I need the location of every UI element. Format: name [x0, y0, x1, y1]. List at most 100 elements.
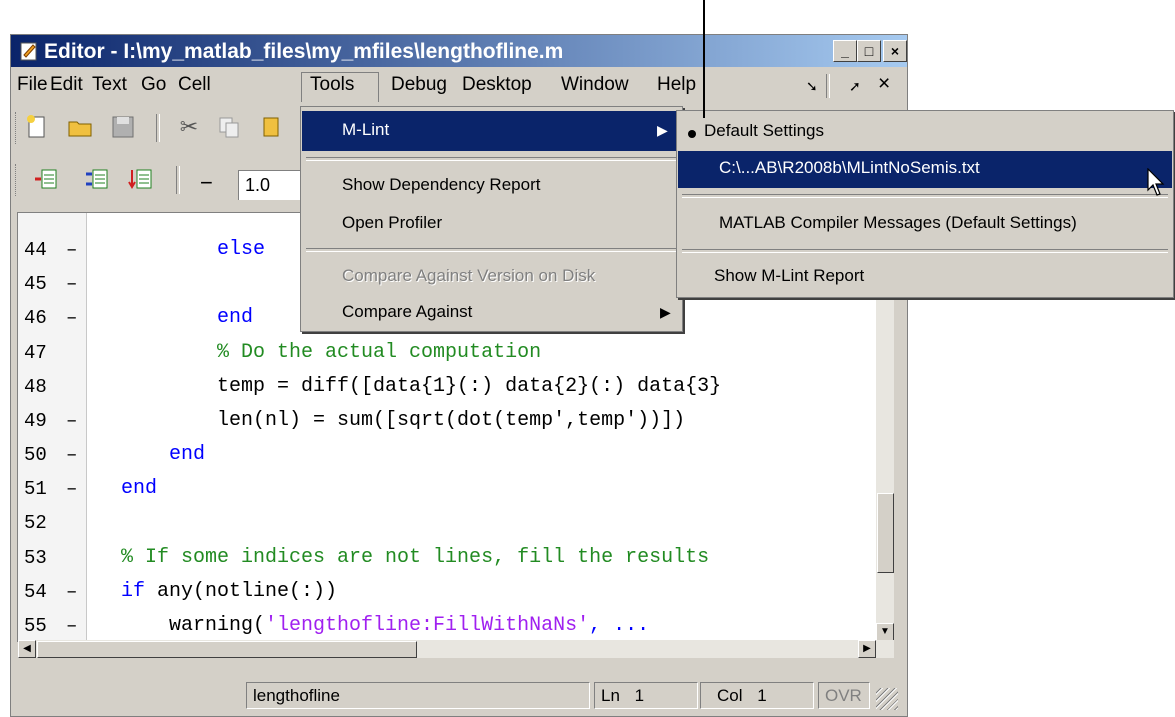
menu-file[interactable]: File [17, 74, 48, 96]
horizontal-scroll-thumb[interactable] [37, 641, 417, 658]
scroll-right-icon[interactable]: ▶ [858, 640, 876, 658]
code-line[interactable]: % If some indices are not lines, fill th… [97, 546, 875, 569]
code-token: any(notline(:)) [145, 580, 338, 603]
compare-version-on-disk-item[interactable]: Compare Against Version on Disk [342, 266, 595, 286]
breakpoint-dash[interactable]: – [66, 273, 77, 295]
code-line[interactable]: end [97, 443, 875, 466]
code-token: if [97, 580, 146, 603]
breakpoint-dash[interactable]: – [66, 239, 77, 261]
save-icon[interactable] [110, 114, 136, 140]
cut-icon[interactable]: ✂ [176, 114, 202, 140]
show-dependency-report-item[interactable]: Show Dependency Report [342, 175, 540, 195]
resize-grip-icon[interactable] [876, 688, 898, 710]
paste-icon[interactable] [262, 114, 288, 140]
menu-text[interactable]: Text [92, 74, 127, 96]
status-col-field: Col 1 [700, 682, 814, 709]
editor-app-icon [20, 41, 38, 61]
menu-edit[interactable]: Edit [50, 74, 83, 96]
line-number: 54 [24, 581, 47, 603]
status-file-name: lengthofline [246, 682, 590, 709]
mlint-label: M-Lint [342, 120, 390, 139]
close-icon: × [890, 43, 900, 59]
maximize-icon: □ [864, 43, 874, 59]
menu-go[interactable]: Go [141, 74, 166, 96]
line-number: 51 [24, 478, 47, 500]
code-token: end [97, 306, 254, 329]
breakpoint-dash[interactable]: – [66, 581, 77, 603]
code-line[interactable]: temp = diff([data{1}(:) data{2}(:) data{… [97, 375, 875, 398]
line-number: 55 [24, 615, 47, 637]
default-settings-item[interactable]: Default Settings [704, 121, 824, 141]
new-file-icon[interactable] [24, 114, 50, 140]
line-number: 45 [24, 273, 47, 295]
evaluate-advance-icon[interactable] [128, 166, 154, 192]
code-token: temp = diff([data{1}(:) data{2}(:) data{… [97, 375, 722, 398]
window-title: Editor - I:\my_matlab_files\my_mfiles\le… [44, 40, 564, 63]
toolbar-separator [156, 114, 160, 142]
compare-against-item[interactable]: Compare Against [342, 302, 472, 322]
code-token: , ... [589, 614, 650, 637]
undock-arrow-icon[interactable]: ➘ [806, 78, 818, 95]
toolbar-grip [15, 164, 19, 196]
menu-window[interactable]: Window [561, 74, 629, 96]
minimize-icon: _ [841, 43, 849, 59]
menu-help[interactable]: Help [657, 74, 696, 96]
line-number: 46 [24, 307, 47, 329]
menu-cell[interactable]: Cell [178, 74, 211, 96]
menu-separator [306, 248, 677, 252]
status-ovr: OVR [818, 682, 870, 709]
menu-tools[interactable]: Tools [310, 74, 354, 96]
line-number: 53 [24, 547, 47, 569]
custom-settings-item: C:\...AB\R2008b\MLintNoSemis.txt [719, 158, 980, 177]
line-number: 44 [24, 239, 47, 261]
toolbar-grip [15, 112, 19, 144]
status-col-label: Col [717, 686, 743, 705]
line-number: 48 [24, 376, 47, 398]
line-number: 47 [24, 342, 47, 364]
close-button[interactable]: × [883, 40, 907, 62]
mouse-pointer-icon [1147, 167, 1167, 203]
code-line[interactable]: warning('lengthofline:FillWithNaNs', ... [97, 614, 875, 637]
open-folder-icon[interactable] [67, 114, 93, 140]
breakpoint-dash[interactable]: – [66, 444, 77, 466]
code-token: else [97, 238, 266, 261]
code-line[interactable]: len(nl) = sum([sqrt(dot(temp',temp'))]) [97, 409, 875, 432]
code-token: warning( [97, 614, 266, 637]
menubar-divider [826, 74, 830, 98]
dock-arrow-icon[interactable]: ➚ [849, 78, 861, 95]
status-line-field: Ln 1 [594, 682, 698, 709]
code-token: 'lengthofline:FillWithNaNs' [265, 614, 590, 637]
maximize-button[interactable]: □ [857, 40, 881, 62]
code-token: end [97, 443, 206, 466]
cell-evaluate-icon[interactable] [84, 166, 110, 192]
minimize-button[interactable]: _ [833, 40, 857, 62]
breakpoint-dash[interactable]: – [66, 478, 77, 500]
decrement-button[interactable]: − [200, 170, 213, 196]
menu-desktop[interactable]: Desktop [462, 74, 532, 96]
insert-cell-icon[interactable] [33, 166, 59, 192]
code-line[interactable]: % Do the actual computation [97, 341, 875, 364]
breakpoint-dash[interactable]: – [66, 615, 77, 637]
show-mlint-report-item[interactable]: Show M-Lint Report [714, 266, 864, 286]
compiler-messages-item[interactable]: MATLAB Compiler Messages (Default Settin… [719, 213, 1077, 233]
code-token: % If some indices are not lines, fill th… [97, 546, 710, 569]
scroll-left-icon[interactable]: ◀ [18, 640, 36, 658]
scroll-down-icon[interactable]: ▼ [876, 623, 894, 641]
menu-separator [682, 249, 1168, 253]
open-profiler-item[interactable]: Open Profiler [342, 213, 442, 233]
toolbar-separator [176, 166, 180, 194]
line-number: 50 [24, 444, 47, 466]
code-line[interactable]: end [97, 477, 875, 500]
code-line[interactable]: if any(notline(:)) [97, 580, 875, 603]
menu-debug[interactable]: Debug [391, 74, 447, 96]
line-number: 49 [24, 410, 47, 432]
status-col-value: 1 [757, 686, 767, 705]
status-line-value: 1 [634, 686, 645, 705]
copy-icon[interactable] [216, 114, 242, 140]
close-document-icon[interactable]: × [878, 72, 890, 96]
breakpoint-dash[interactable]: – [66, 410, 77, 432]
line-number: 52 [24, 512, 47, 534]
zoom-value-field[interactable]: 1.0 [238, 170, 308, 200]
vertical-scroll-thumb[interactable] [877, 493, 894, 573]
breakpoint-dash[interactable]: – [66, 307, 77, 329]
